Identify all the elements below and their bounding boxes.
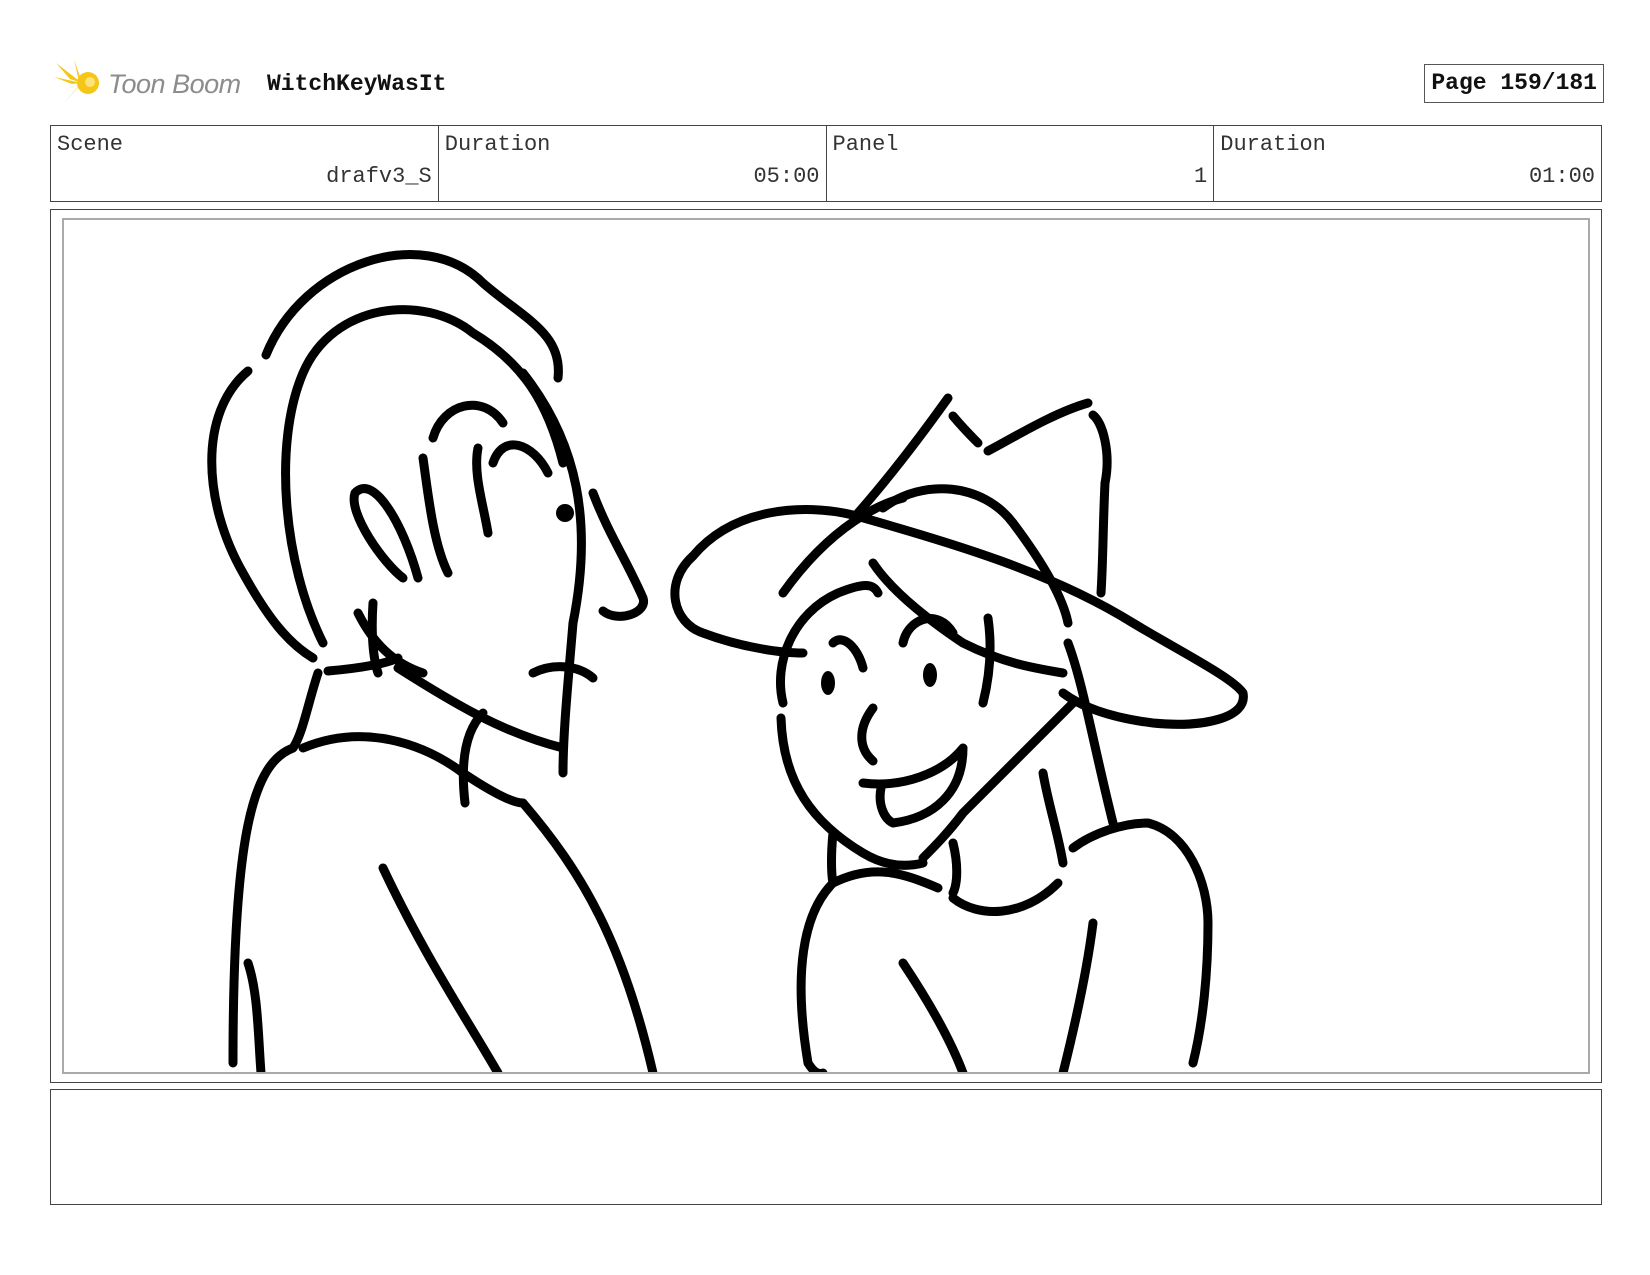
girl-arm-inner — [898, 958, 968, 1072]
girl-bang — [978, 613, 995, 708]
boy-eye — [556, 504, 574, 522]
girl-hat-crown-back — [1088, 410, 1112, 598]
girl-eye-right — [923, 663, 937, 687]
toon-boom-star-icon — [54, 59, 99, 105]
page-header: Toon Boom WitchKeyWasIt Page 159/181 — [52, 55, 1604, 115]
project-title: WitchKeyWasIt — [267, 71, 447, 97]
girl-hat-brim-top — [688, 504, 1248, 729]
girl-brow-left — [828, 635, 868, 673]
panel-duration-label: Duration — [1220, 132, 1326, 157]
panel-info-table: Scene drafv3_S Duration 05:00 Panel 1 Du… — [50, 125, 1602, 202]
boy-shoulder-back — [228, 668, 323, 1068]
boy-arm-front — [378, 863, 503, 1072]
scene-label: Scene — [57, 132, 124, 157]
boy-mouth — [528, 662, 598, 683]
boy-hair-back — [207, 366, 318, 663]
girl-arm-front — [1058, 918, 1098, 1072]
panel-duration-cell: Duration 01:00 — [1214, 126, 1601, 201]
girl-collar — [948, 878, 1063, 916]
scene-cell: Scene drafv3_S — [51, 126, 439, 201]
storyboard-panel-frame — [50, 209, 1602, 1083]
panel-notes-box — [50, 1089, 1602, 1205]
scene-value: drafv3_S — [326, 164, 432, 189]
girl-jaw — [918, 698, 1078, 863]
girl-hat-peak — [948, 411, 983, 448]
girl-hat-crown-right — [983, 398, 1093, 456]
logo-text: Toon Boom — [108, 69, 241, 99]
girl-eye-left — [821, 671, 835, 695]
boy-back-inner — [243, 958, 266, 1072]
boy-brow — [428, 400, 508, 443]
storyboard-panel-image — [62, 218, 1590, 1074]
toon-boom-logo: Toon Boom — [52, 55, 252, 115]
girl-hair-end — [1038, 768, 1068, 868]
scene-duration-value: 05:00 — [753, 164, 820, 189]
girl-mouth — [858, 743, 968, 828]
panel-value: 1 — [1194, 164, 1208, 189]
girl-hair-strand — [868, 558, 1068, 678]
boy-eye-lid — [472, 443, 493, 538]
girl-nose — [857, 703, 878, 766]
panel-label: Panel — [832, 132, 899, 157]
storyboard-sketch — [207, 250, 1248, 1072]
boy-arm-back — [518, 798, 658, 1072]
scene-duration-label: Duration — [444, 132, 551, 157]
panel-cell: Panel 1 — [827, 126, 1215, 201]
panel-duration-value: 01:00 — [1528, 164, 1595, 189]
boy-sideburn — [418, 453, 453, 578]
boy-eye-outline — [488, 440, 553, 478]
boy-ear — [349, 484, 423, 583]
boy-nose — [588, 488, 648, 621]
girl-hair-right — [1063, 638, 1118, 828]
girl-hat-brim-left — [670, 551, 808, 658]
boy-shoulder-line — [298, 732, 528, 808]
girl-face-left — [776, 713, 928, 870]
page-number: Page 159/181 — [1424, 64, 1604, 103]
scene-duration-cell: Duration 05:00 — [439, 126, 827, 201]
girl-shoulder-left — [796, 867, 943, 1072]
